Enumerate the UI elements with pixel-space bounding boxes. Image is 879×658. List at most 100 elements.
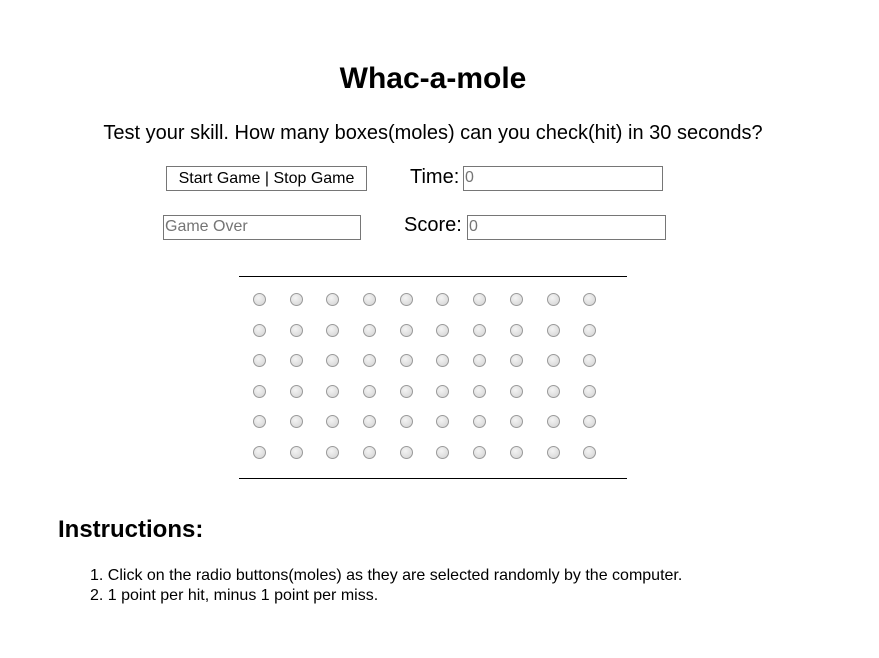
mole-radio-r4-c1[interactable]	[253, 384, 290, 416]
radio-icon	[363, 293, 377, 306]
mole-radio-r4-c7[interactable]	[473, 384, 510, 416]
mole-radio-r1-c8[interactable]	[509, 293, 547, 324]
mole-radio-r2-c9[interactable]	[546, 323, 584, 355]
mole-radio-r4-c10[interactable]	[583, 384, 620, 416]
mole-radio-r4-c9[interactable]	[546, 384, 584, 416]
radio-icon	[436, 354, 450, 368]
mole-radio-r3-c2[interactable]	[289, 354, 327, 385]
mole-radio-r2-c4[interactable]	[363, 323, 400, 355]
radio-icon	[289, 323, 303, 337]
mole-radio-r3-c7[interactable]	[473, 354, 510, 385]
radio-icon	[473, 323, 487, 337]
instructions-heading: Instructions:	[58, 516, 204, 543]
mole-radio-r6-c7[interactable]	[473, 445, 510, 477]
mole-radio-r4-c8[interactable]	[509, 384, 547, 416]
radio-icon	[436, 323, 450, 337]
mole-radio-r1-c7[interactable]	[473, 293, 510, 324]
radio-icon	[583, 293, 597, 306]
mole-radio-r1-c9[interactable]	[546, 293, 584, 324]
mole-radio-r3-c10[interactable]	[583, 354, 620, 385]
mole-radio-r2-c3[interactable]	[326, 323, 363, 355]
radio-icon	[546, 445, 560, 459]
mole-radio-r1-c4[interactable]	[363, 293, 400, 324]
mole-radio-r3-c3[interactable]	[326, 354, 363, 385]
score-label: Score:	[404, 214, 462, 236]
radio-icon	[289, 384, 303, 398]
mole-radio-r6-c5[interactable]	[399, 445, 437, 477]
radio-icon	[546, 384, 560, 398]
start-stop-button[interactable]: Start Game | Stop Game	[166, 166, 367, 191]
mole-radio-r1-c3[interactable]	[326, 293, 363, 324]
mole-radio-r5-c4[interactable]	[363, 415, 400, 446]
mole-radio-r1-c5[interactable]	[399, 293, 437, 324]
mole-radio-r5-c6[interactable]	[436, 415, 473, 446]
mole-radio-r2-c10[interactable]	[583, 323, 620, 355]
mole-radio-r2-c6[interactable]	[436, 323, 473, 355]
mole-radio-r6-c8[interactable]	[509, 445, 547, 477]
time-field[interactable]: 0	[463, 166, 663, 191]
mole-radio-r6-c3[interactable]	[326, 445, 363, 477]
game-status-field[interactable]: Game Over	[163, 215, 361, 240]
mole-radio-r1-c6[interactable]	[436, 293, 473, 324]
mole-radio-r2-c5[interactable]	[399, 323, 437, 355]
mole-radio-r3-c5[interactable]	[399, 354, 437, 385]
mole-radio-r5-c2[interactable]	[289, 415, 327, 446]
mole-radio-r5-c3[interactable]	[326, 415, 363, 446]
mole-radio-r6-c4[interactable]	[363, 445, 400, 477]
radio-icon	[253, 445, 266, 459]
mole-radio-r2-c2[interactable]	[289, 323, 327, 355]
mole-radio-r6-c1[interactable]	[253, 445, 290, 477]
radio-icon	[399, 415, 413, 429]
radio-icon	[583, 445, 597, 459]
instruction-item: 2. 1 point per hit, minus 1 point per mi…	[90, 587, 379, 604]
mole-radio-r6-c2[interactable]	[289, 445, 327, 477]
mole-radio-r4-c5[interactable]	[399, 384, 437, 416]
radio-icon	[473, 415, 487, 429]
radio-icon	[326, 293, 340, 306]
mole-board	[239, 276, 627, 479]
radio-icon	[473, 293, 487, 306]
mole-radio-r5-c7[interactable]	[473, 415, 510, 446]
mole-radio-r3-c6[interactable]	[436, 354, 473, 385]
mole-radio-r1-c10[interactable]	[583, 293, 620, 324]
mole-radio-r4-c6[interactable]	[436, 384, 473, 416]
mole-radio-r4-c4[interactable]	[363, 384, 400, 416]
mole-radio-r2-c7[interactable]	[473, 323, 510, 355]
mole-radio-r2-c8[interactable]	[509, 323, 547, 355]
radio-icon	[326, 445, 340, 459]
mole-radio-r5-c5[interactable]	[399, 415, 437, 446]
mole-radio-r1-c2[interactable]	[289, 293, 327, 324]
radio-icon	[253, 293, 266, 306]
mole-radio-r5-c8[interactable]	[509, 415, 547, 446]
mole-radio-r3-c8[interactable]	[509, 354, 547, 385]
mole-radio-r6-c9[interactable]	[546, 445, 584, 477]
mole-radio-r5-c10[interactable]	[583, 415, 620, 446]
radio-icon	[289, 293, 303, 306]
radio-icon	[583, 354, 597, 368]
radio-icon	[399, 293, 413, 306]
mole-radio-r3-c9[interactable]	[546, 354, 584, 385]
score-field[interactable]: 0	[467, 215, 666, 240]
radio-icon	[509, 445, 523, 459]
radio-icon	[289, 415, 303, 429]
mole-radio-r1-c1[interactable]	[253, 293, 290, 324]
mole-radio-r6-c6[interactable]	[436, 445, 473, 477]
mole-radio-r6-c10[interactable]	[583, 445, 620, 477]
mole-radio-r5-c9[interactable]	[546, 415, 584, 446]
radio-icon	[546, 415, 560, 429]
radio-icon	[289, 445, 303, 459]
radio-icon	[253, 384, 266, 398]
radio-icon	[509, 323, 523, 337]
radio-icon	[363, 323, 377, 337]
mole-radio-r2-c1[interactable]	[253, 323, 290, 355]
mole-radio-r3-c1[interactable]	[253, 354, 290, 385]
game-page: Whac-a-mole Test your skill. How many bo…	[0, 0, 879, 658]
mole-radio-r5-c1[interactable]	[253, 415, 290, 446]
radio-icon	[583, 384, 597, 398]
mole-radio-r3-c4[interactable]	[363, 354, 400, 385]
radio-icon	[253, 354, 266, 368]
mole-radio-r4-c3[interactable]	[326, 384, 363, 416]
radio-icon	[363, 445, 377, 459]
mole-radio-r4-c2[interactable]	[289, 384, 327, 416]
radio-icon	[436, 445, 450, 459]
